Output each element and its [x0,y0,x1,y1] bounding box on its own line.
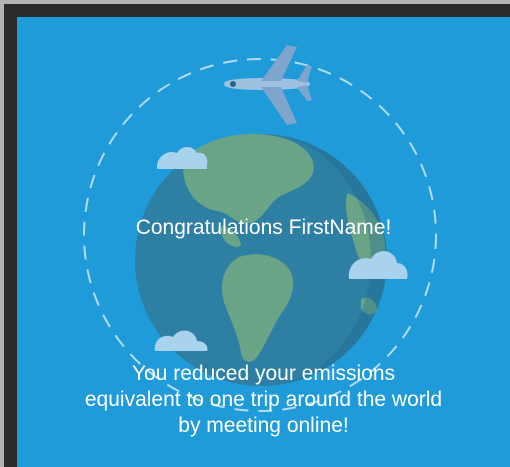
congratulations-card: Congratulations FirstName! You reduced y… [17,17,510,467]
message-line: by meeting online! [178,414,349,437]
airplane-icon [224,45,312,125]
congratulations-heading: Congratulations FirstName! [135,216,392,239]
emissions-message: You reduced your emissions equivalent to… [17,361,510,439]
message-line: equivalent to one trip around the world [84,388,443,411]
message-line: You reduced your emissions [131,362,396,385]
